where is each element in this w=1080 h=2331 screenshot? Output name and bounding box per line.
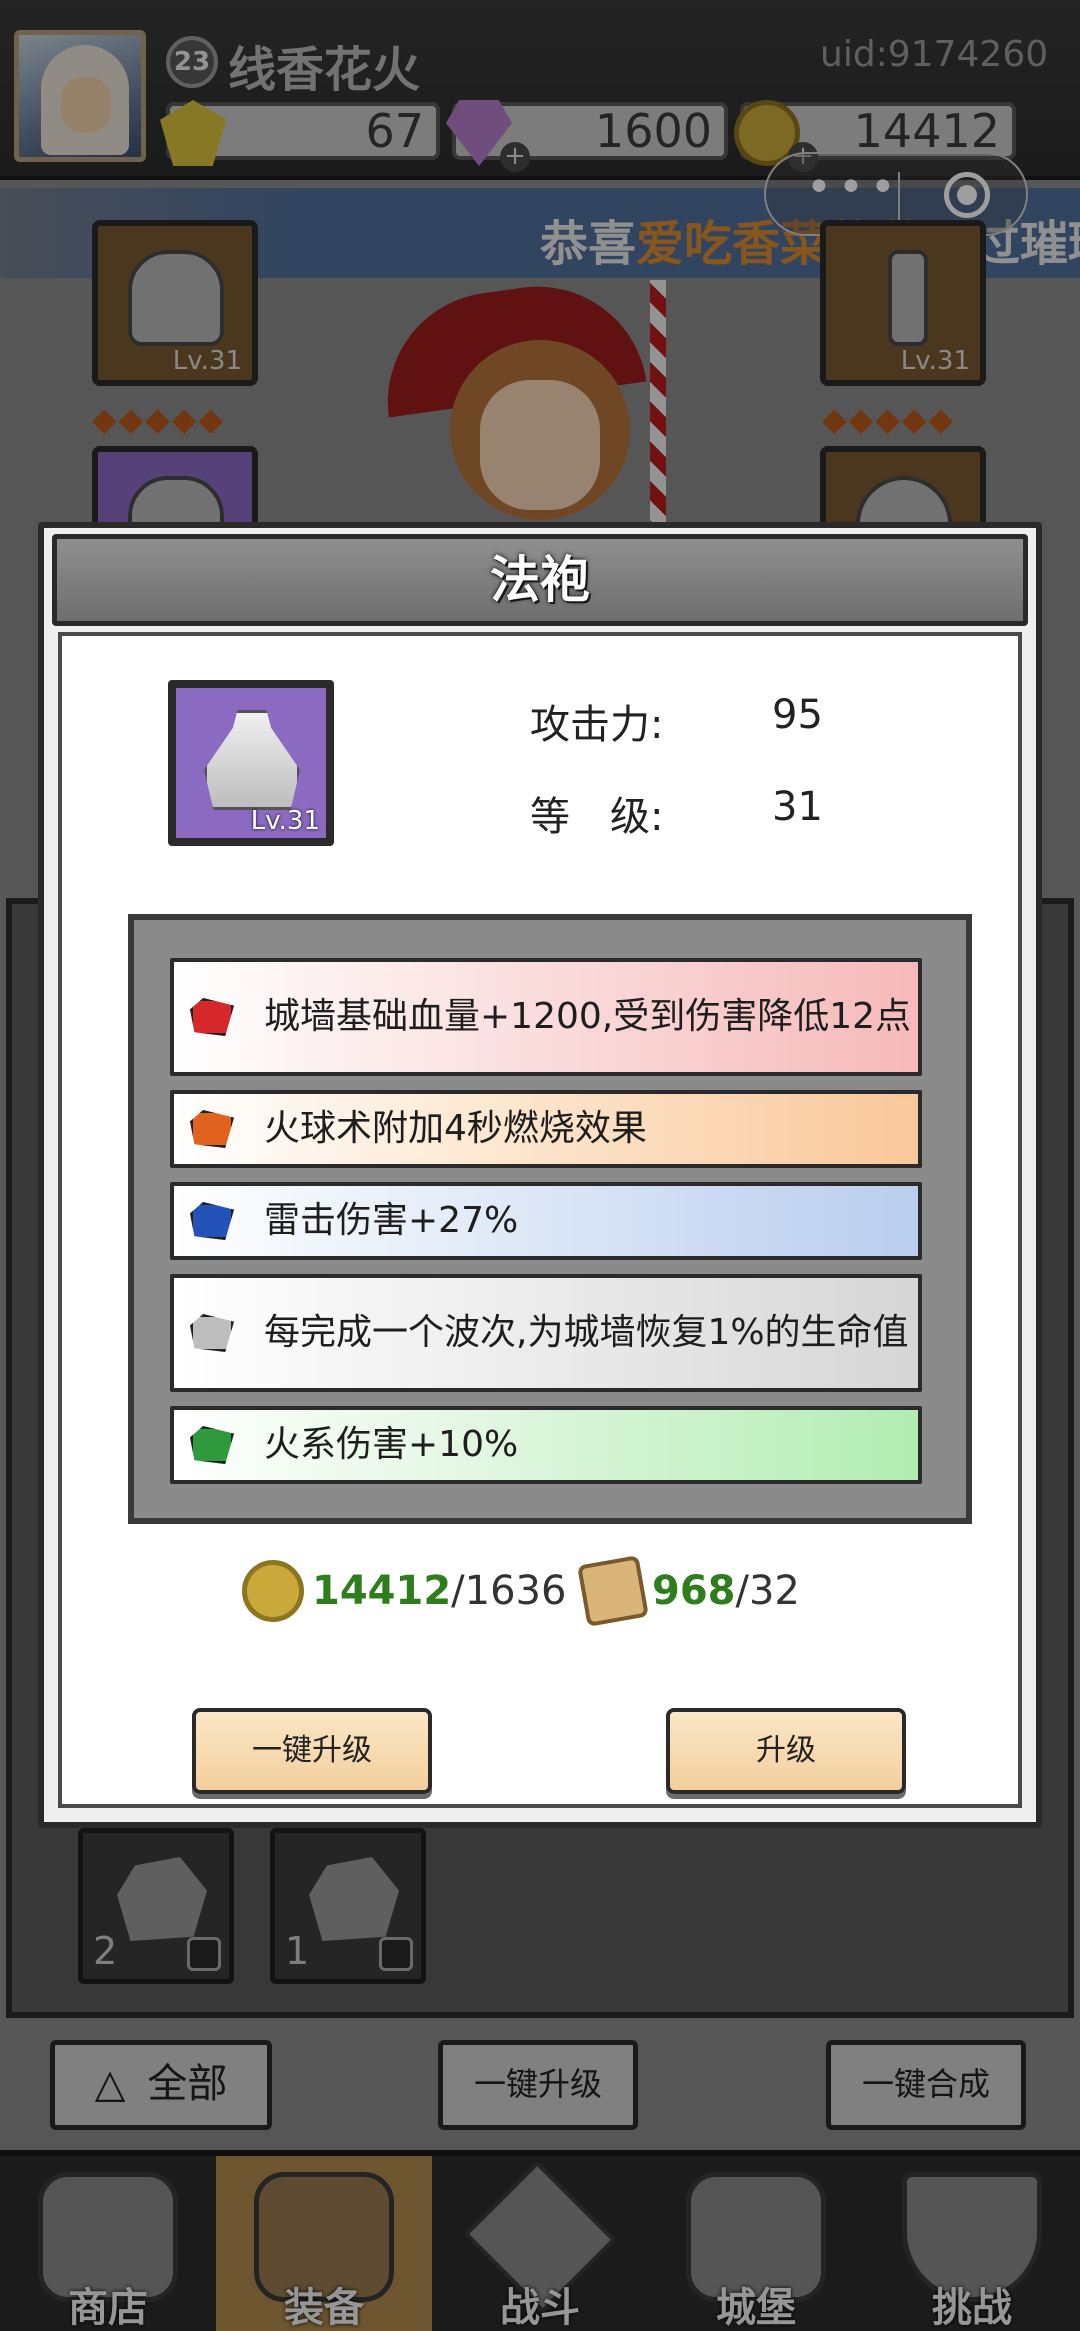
item-level: Lv.31: [250, 806, 320, 836]
affix-text: 每完成一个波次,为城墙恢复1%的生命值: [264, 1312, 909, 1353]
affix-row: 每完成一个波次,为城墙恢复1%的生命值: [170, 1274, 922, 1392]
coin-owned: 14412: [312, 1568, 452, 1614]
affix-row: 城墙基础血量+1200,受到伤害降低12点: [170, 958, 922, 1076]
coin-icon: [242, 1560, 304, 1622]
orange-gem-icon: [190, 1110, 234, 1148]
robe-icon: [204, 710, 300, 810]
affix-panel: 城墙基础血量+1200,受到伤害降低12点 火球术附加4秒燃烧效果 雷击伤害+2…: [128, 914, 972, 1524]
level-value: 31: [772, 784, 823, 830]
item-icon-frame: Lv.31: [168, 680, 334, 846]
modal-title: 法袍: [52, 534, 1028, 626]
affix-row: 火系伤害+10%: [170, 1406, 922, 1484]
blue-gem-icon: [190, 1202, 234, 1240]
affix-text: 城墙基础血量+1200,受到伤害降低12点: [264, 996, 912, 1037]
scroll-owned: 968: [652, 1568, 736, 1614]
upgrade-all-button[interactable]: 一键升级: [192, 1708, 432, 1794]
green-gem-icon: [190, 1426, 234, 1464]
level-label: 等 级:: [530, 794, 664, 840]
red-gem-icon: [190, 998, 234, 1036]
coin-cost: 14412/1636: [242, 1556, 566, 1626]
affix-text: 雷击伤害+27%: [264, 1200, 519, 1241]
affix-text: 火球术附加4秒燃烧效果: [264, 1108, 647, 1149]
scroll-required: /32: [735, 1568, 800, 1614]
item-detail-modal: 法袍 Lv.31 攻击力: 95 等 级: 31 城墙基础血量+1200,受到伤…: [38, 522, 1042, 1828]
modal-body: Lv.31 攻击力: 95 等 级: 31 城墙基础血量+1200,受到伤害降低…: [58, 632, 1022, 1808]
attack-value: 95: [772, 692, 823, 738]
affix-text: 火系伤害+10%: [264, 1424, 519, 1465]
white-gem-icon: [190, 1314, 234, 1352]
attack-label: 攻击力:: [530, 702, 664, 748]
affix-row: 火球术附加4秒燃烧效果: [170, 1090, 922, 1168]
upgrade-button[interactable]: 升级: [666, 1708, 906, 1794]
coin-required: /1636: [451, 1568, 567, 1614]
scroll-icon: [577, 1555, 649, 1627]
affix-row: 雷击伤害+27%: [170, 1182, 922, 1260]
scroll-cost: 968/32: [577, 1555, 842, 1627]
